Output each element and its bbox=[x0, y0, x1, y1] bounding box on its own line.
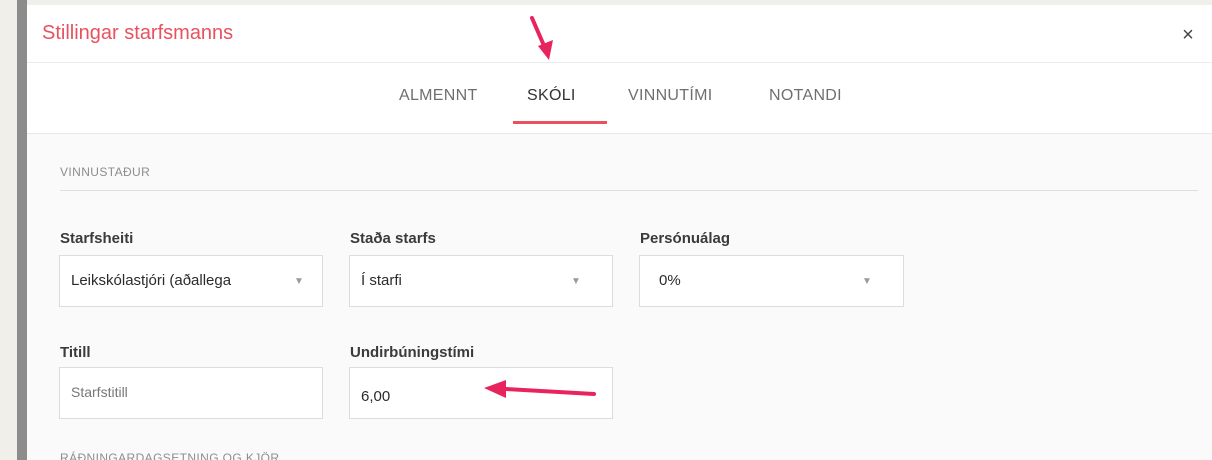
arrow-annotation-tab bbox=[530, 16, 553, 60]
annotation-arrows bbox=[484, 16, 596, 398]
arrow-annotation-field bbox=[484, 380, 596, 398]
